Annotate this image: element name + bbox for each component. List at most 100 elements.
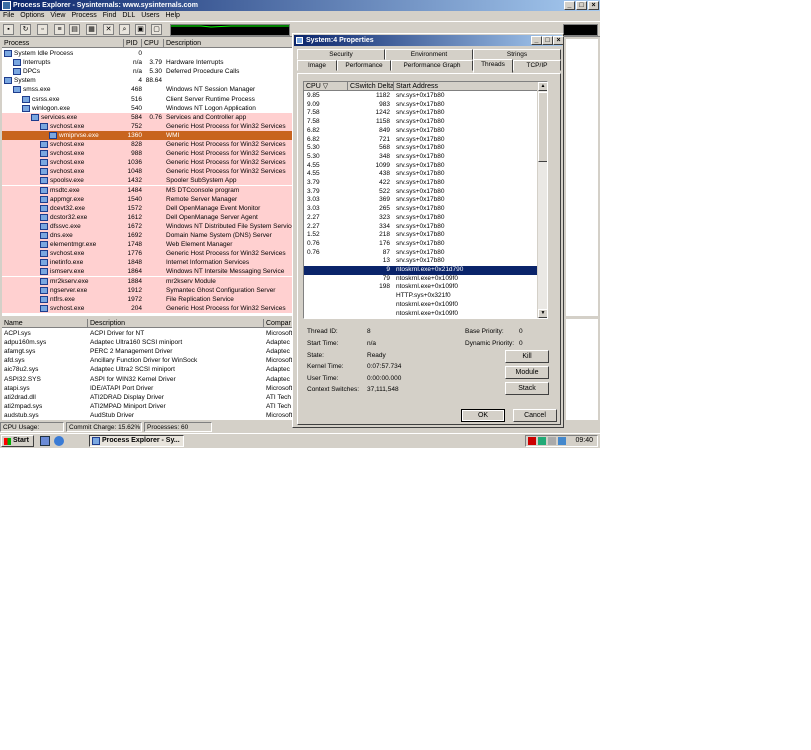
menu-item[interactable]: DLL	[122, 11, 135, 21]
thread-row[interactable]: 0.76 176 srv.sys+0x17b80	[304, 240, 537, 249]
thread-row[interactable]: 79 ntoskrnl.exe+0x109f0	[304, 275, 537, 284]
stack-button[interactable]: Stack	[505, 382, 549, 395]
refresh-icon[interactable]: ↻	[20, 24, 31, 35]
thread-row[interactable]: 3.79 422 srv.sys+0x17b80	[304, 179, 537, 188]
process-row[interactable]: svchost.exe 1048 Generic Host Process for …	[2, 167, 292, 177]
dll-list[interactable]: Name Description Compar ACPI.sys ACPI Dri…	[2, 319, 292, 420]
dialog-close-icon[interactable]: ×	[553, 36, 564, 45]
process-row[interactable]: services.exe 584 0.76 Services and Controll…	[2, 112, 292, 122]
menu-item[interactable]: Options	[20, 11, 44, 21]
dll-row[interactable]: atapi.sys IDE/ATAPI Port Driver Microsoft	[2, 384, 292, 393]
dll-row[interactable]: ACPI.sys ACPI Driver for NT Microsoft	[2, 329, 292, 338]
tab-security[interactable]: Security	[297, 49, 385, 60]
process-row[interactable]: wmiprvse.exe 1360 WMI	[2, 130, 292, 140]
menu-item[interactable]: Help	[166, 11, 180, 21]
process-row[interactable]: elementmgr.exe 1748 Web Element Manager	[2, 240, 292, 250]
dll-row[interactable]: afd.sys Ancillary Function Driver for Win…	[2, 356, 292, 365]
options-icon[interactable]: ▤	[69, 24, 80, 35]
process-row[interactable]: dfssvc.exe 1672 Windows NT Distributed Fil…	[2, 221, 292, 231]
internet-explorer-icon[interactable]	[54, 436, 64, 446]
thread-row[interactable]: 9.09 983 srv.sys+0x17b80	[304, 101, 537, 110]
thread-row[interactable]: HTTP.sys+0x321f0	[304, 292, 537, 301]
thread-row[interactable]: 198 ntoskrnl.exe+0x109f0	[304, 283, 537, 292]
tab-threads[interactable]: Threads	[473, 59, 513, 73]
process-row[interactable]: ntfrs.exe 1972 File Replication Service	[2, 294, 292, 304]
process-row[interactable]: winlogon.exe 540 Windows NT Logon Applicat…	[2, 104, 292, 113]
thread-row[interactable]: ntoskrnl.exe+0x109f0	[304, 310, 537, 319]
process-row[interactable]: mr2kserv.exe 1884 mr2kserv Module	[2, 276, 292, 286]
tab-performance-graph[interactable]: Performance Graph	[391, 60, 473, 71]
thread-row[interactable]: 3.03 265 srv.sys+0x17b80	[304, 205, 537, 214]
minimize-icon[interactable]: _	[564, 1, 575, 10]
process-row[interactable]: ngserver.exe 1912 Symantec Ghost Configura…	[2, 285, 292, 295]
tray-network-icon[interactable]	[558, 437, 566, 445]
threads-scrollbar[interactable]: ▲ ▼	[537, 82, 547, 318]
cancel-button[interactable]: Cancel	[513, 409, 557, 422]
process-row[interactable]: svchost.exe 1776 Generic Host Process for …	[2, 249, 292, 259]
scroll-thumb[interactable]	[538, 92, 547, 162]
window-icon[interactable]: ▫	[37, 24, 48, 35]
col-pid[interactable]: PID	[124, 39, 142, 48]
col-name[interactable]: Name	[2, 319, 88, 328]
col-description[interactable]: Description	[164, 39, 292, 48]
thread-row[interactable]: 3.79 522 srv.sys+0x17b80	[304, 188, 537, 197]
dll-row[interactable]: ASPI32.SYS ASPI for WIN32 Kernel Driver Ad…	[2, 375, 292, 384]
process-row[interactable]: svchost.exe 828 Generic Host Process for W…	[2, 140, 292, 149]
thread-row[interactable]: 6.82 721 srv.sys+0x17b80	[304, 136, 537, 145]
handle-view-icon[interactable]: ▢	[151, 24, 162, 35]
scroll-up-icon[interactable]: ▲	[538, 82, 547, 91]
tab-image[interactable]: Image	[297, 60, 337, 71]
threads-list[interactable]: CPU ▽ CSwitch Delta Start Address 9.85 11…	[303, 81, 548, 319]
process-row[interactable]: svchost.exe 752 Generic Host Process for W…	[2, 121, 292, 131]
col-start-address[interactable]: Start Address	[394, 82, 539, 91]
process-row[interactable]: appmgr.exe 1540 Remote Server Manager	[2, 194, 292, 204]
process-row[interactable]: ismserv.exe 1864 Windows NT Intersite Mess…	[2, 267, 292, 277]
process-row[interactable]: dcevt32.exe 1572 Dell OpenManage Event Mon…	[2, 203, 292, 213]
save-icon[interactable]: ▪	[3, 24, 14, 35]
find-icon[interactable]: ⌕	[119, 24, 130, 35]
thread-row[interactable]: 2.27 334 srv.sys+0x17b80	[304, 223, 537, 232]
process-row[interactable]: csrss.exe 516 Client Server Runtime Proces…	[2, 95, 292, 104]
process-row[interactable]: spoolsv.exe 1432 Spooler SubSystem App	[2, 176, 292, 186]
thread-row[interactable]: 3.03 369 srv.sys+0x17b80	[304, 196, 537, 205]
tree-view-icon[interactable]: ≡	[54, 24, 65, 35]
process-row[interactable]: System Idle Process 0	[2, 49, 292, 58]
process-row[interactable]: msdtc.exe 1484 MS DTCconsole program	[2, 185, 292, 195]
process-row[interactable]: DPCs n/a 5.30 Deferred Procedure Calls	[2, 67, 292, 76]
thread-row[interactable]: 5.30 348 srv.sys+0x17b80	[304, 153, 537, 162]
close-icon[interactable]: ×	[588, 1, 599, 10]
menu-item[interactable]: View	[50, 11, 65, 21]
thread-row[interactable]: 6.82 849 srv.sys+0x17b80	[304, 127, 537, 136]
tray-graph-icon[interactable]	[538, 437, 546, 445]
thread-row[interactable]: 9.85 1182 srv.sys+0x17b80	[304, 92, 537, 101]
thread-row[interactable]: 4.55 438 srv.sys+0x17b80	[304, 170, 537, 179]
thread-row[interactable]: 7.58 1158 srv.sys+0x17b80	[304, 118, 537, 127]
dialog-minimize-icon[interactable]: _	[531, 36, 542, 45]
process-row[interactable]: svchost.exe 1036 Generic Host Process for …	[2, 158, 292, 168]
col-cpu[interactable]: CPU	[142, 39, 164, 48]
col-thread-cpu[interactable]: CPU ▽	[304, 82, 348, 91]
maximize-icon[interactable]: □	[576, 1, 587, 10]
menu-item[interactable]: Find	[103, 11, 117, 21]
col-process[interactable]: Process	[2, 39, 124, 48]
process-row[interactable]: dns.exe 1692 Domain Name System (DNS) Serv…	[2, 231, 292, 240]
dll-row[interactable]: adpu160m.sys Adaptec Ultra160 SCSI minipo…	[2, 338, 292, 347]
menu-item[interactable]: Process	[71, 11, 96, 21]
show-desktop-icon[interactable]	[40, 436, 50, 446]
col-company[interactable]: Compar	[264, 319, 292, 328]
dll-row[interactable]: afamgt.sys PERC 2 Management Driver Adapte…	[2, 347, 292, 356]
taskbar-process-explorer[interactable]: Process Explorer - Sy...	[89, 435, 184, 447]
thread-row[interactable]: ntoskrnl.exe+0x109f0	[304, 301, 537, 310]
kill-process-icon[interactable]: ✕	[103, 24, 114, 35]
dll-row[interactable]: aic78u2.sys Adaptec Ultra2 SCSI miniport A…	[2, 365, 292, 374]
dialog-titlebar[interactable]: System:4 Properties _ □ ×	[294, 35, 564, 46]
thread-row[interactable]: 2.27 323 srv.sys+0x17b80	[304, 214, 537, 223]
process-row[interactable]: svchost.exe 204 Generic Host Process for W…	[2, 303, 292, 313]
menu-item[interactable]: Users	[141, 11, 159, 21]
dialog-maximize-icon[interactable]: □	[542, 36, 553, 45]
process-row[interactable]: inetinfo.exe 1848 Internet Information Ser…	[2, 258, 292, 268]
tray-speaker-icon[interactable]	[548, 437, 556, 445]
thread-row[interactable]: 1.52 218 srv.sys+0x17b80	[304, 231, 537, 240]
ok-button[interactable]: OK	[461, 409, 505, 422]
thread-row[interactable]: 4.55 1099 srv.sys+0x17b80	[304, 162, 537, 171]
